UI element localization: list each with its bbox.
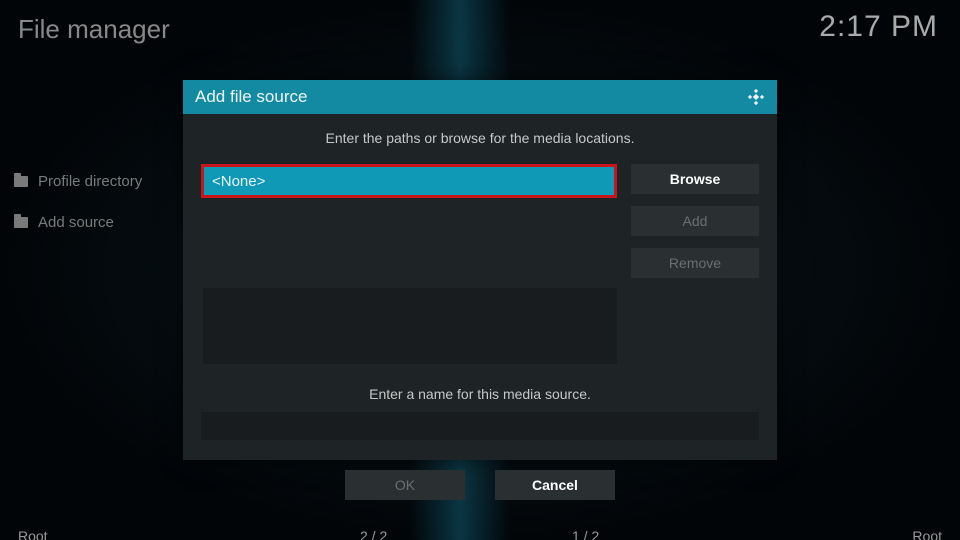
sidebar-item-add-source[interactable]: Add source — [14, 214, 114, 231]
sidebar-item-label: Add source — [38, 214, 114, 231]
folder-icon — [14, 176, 28, 187]
browse-button[interactable]: Browse — [631, 164, 759, 194]
remove-button[interactable]: Remove — [631, 248, 759, 278]
add-file-source-dialog: Add file source Enter the paths or brows… — [183, 80, 777, 460]
add-button[interactable]: Add — [631, 206, 759, 236]
footer-right-count: 1 / 2 — [572, 528, 599, 540]
path-value: <None> — [212, 173, 265, 190]
ok-button[interactable]: OK — [345, 470, 465, 500]
path-list-area[interactable] — [203, 288, 617, 364]
folder-icon — [14, 217, 28, 228]
dialog-title: Add file source — [195, 87, 307, 107]
dialog-header: Add file source — [183, 80, 777, 114]
page-title: File manager — [18, 14, 170, 45]
sidebar-item-profile-directory[interactable]: Profile directory — [14, 173, 142, 190]
path-input[interactable]: <None> — [201, 164, 617, 198]
name-instruction: Enter a name for this media source. — [183, 386, 777, 402]
name-input[interactable] — [201, 412, 759, 440]
cancel-button[interactable]: Cancel — [495, 470, 615, 500]
path-instruction: Enter the paths or browse for the media … — [183, 130, 777, 146]
footer-left-label: Root — [18, 528, 48, 540]
footer-left-count: 2 / 2 — [360, 528, 387, 540]
footer-right-label: Root — [912, 528, 942, 540]
kodi-logo-icon — [747, 88, 765, 106]
clock: 2:17 PM — [819, 10, 938, 44]
sidebar-item-label: Profile directory — [38, 173, 142, 190]
